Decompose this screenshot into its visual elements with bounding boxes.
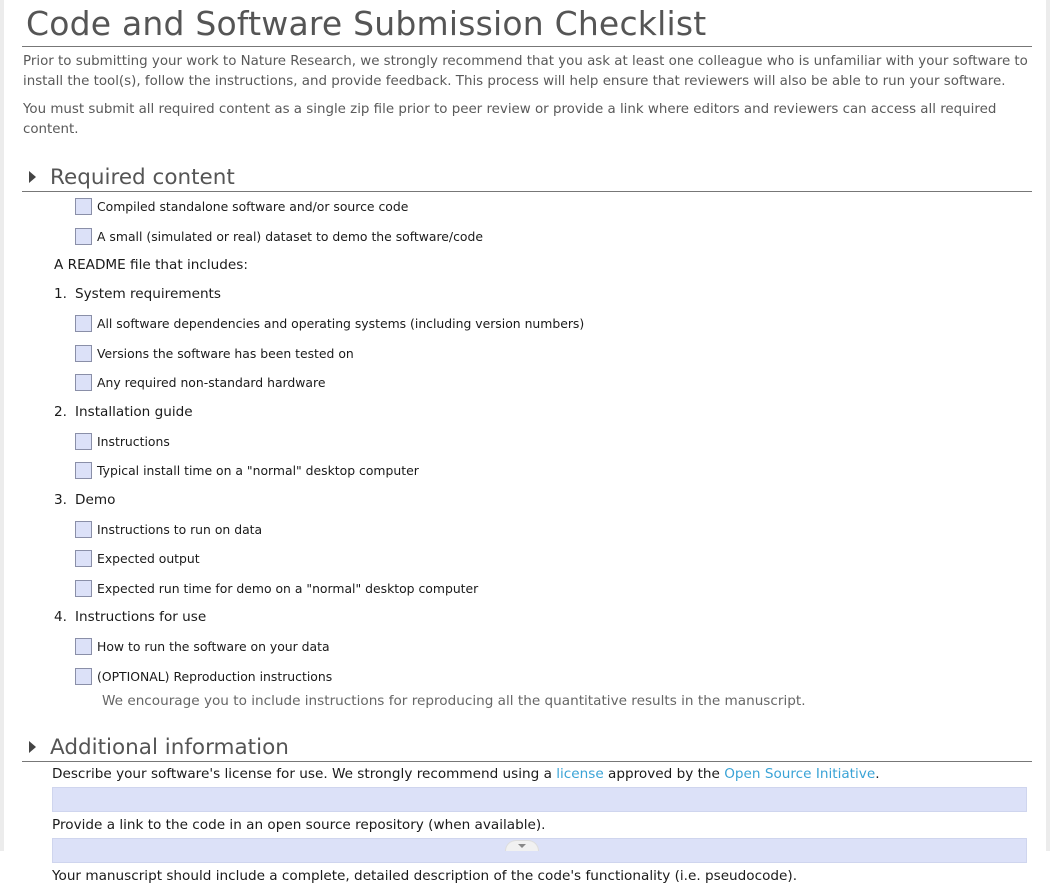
expand-triangle-icon[interactable] <box>29 171 36 183</box>
checklist-item-label: Compiled standalone software and/or sour… <box>97 199 409 215</box>
checkbox[interactable] <box>75 638 92 656</box>
checklist-item-label: How to run the software on your data <box>97 639 330 655</box>
checklist-item-label: All software dependencies and operating … <box>97 316 585 332</box>
group-number: 4. <box>54 609 67 625</box>
checklist-item-label: A small (simulated or real) dataset to d… <box>97 228 483 244</box>
checkbox[interactable] <box>75 227 92 245</box>
group-heading: 3. Demo <box>54 486 1032 515</box>
expand-triangle-icon[interactable] <box>29 741 36 753</box>
checkbox[interactable] <box>75 550 92 568</box>
group-title: Instructions for use <box>75 609 207 625</box>
checkbox[interactable] <box>75 198 92 216</box>
group-title: Installation guide <box>75 403 193 420</box>
license-text-mid: approved by the <box>603 766 725 782</box>
checklist-item: Typical install time on a "normal" deskt… <box>75 456 1032 486</box>
checklist-item-label: Instructions to run on data <box>97 521 263 537</box>
checklist-item: All software dependencies and operating … <box>75 309 1032 339</box>
page-edge-right <box>1046 0 1050 851</box>
group-number: 1. <box>54 286 67 302</box>
license-link[interactable]: license <box>556 766 603 782</box>
required-section-title: Required content <box>50 164 235 190</box>
checkbox[interactable] <box>75 520 92 538</box>
checklist-item: A small (simulated or real) dataset to d… <box>75 222 1032 252</box>
required-section-header[interactable]: Required content <box>22 163 1032 191</box>
page-edge-left <box>0 0 4 851</box>
submission-note: You must submit all required content as … <box>23 102 997 137</box>
checkbox[interactable] <box>75 374 92 392</box>
group-title: System requirements <box>75 286 221 302</box>
checklist-item: Expected run time for demo on a "normal"… <box>75 574 1032 604</box>
manuscript-note: Your manuscript should include a complet… <box>52 868 798 884</box>
document: Code and Software Submission Checklist P… <box>22 0 1032 889</box>
license-description: Describe your software's license for use… <box>52 762 1032 787</box>
checklist-item-label: (OPTIONAL) Reproduction instructions <box>97 668 333 684</box>
license-text-pre: Describe your software's license for use… <box>52 766 557 782</box>
page-title: Code and Software Submission Checklist <box>26 4 707 43</box>
checklist-item: Versions the software has been tested on <box>75 339 1032 369</box>
checkbox[interactable] <box>75 315 92 333</box>
license-text-post: . <box>875 766 880 782</box>
title-rule <box>22 46 1032 47</box>
checklist-item-label: Expected output <box>97 551 200 567</box>
readme-label: A README file that includes: <box>54 257 248 273</box>
checklist-item: Compiled standalone software and/or sour… <box>75 192 1032 222</box>
checkbox[interactable] <box>75 462 92 480</box>
checklist-item: Instructions to run on data <box>75 515 1032 545</box>
group-heading: 1. System requirements <box>54 280 1032 309</box>
license-input[interactable] <box>52 787 1027 812</box>
group-heading: 4. Instructions for use <box>54 603 1032 632</box>
reproduction-note: We encourage you to include instructions… <box>102 693 806 709</box>
checklist-item-label: Any required non-standard hardware <box>97 375 326 391</box>
checklist-item: (OPTIONAL) Reproduction instructions <box>75 662 1032 692</box>
additional-section-title: Additional information <box>50 734 289 760</box>
checklist-item-label: Expected run time for demo on a "normal"… <box>97 580 479 596</box>
intro-paragraph: Prior to submitting your work to Nature … <box>23 54 1028 89</box>
checklist-item: Any required non-standard hardware <box>75 368 1032 398</box>
osi-link[interactable]: Open Source Initiative <box>724 766 875 782</box>
required-section-body: Compiled standalone software and/or sour… <box>22 192 1032 711</box>
checklist-item-label: Versions the software has been tested on <box>97 345 354 361</box>
checklist-item-label: Typical install time on a "normal" deskt… <box>97 463 419 479</box>
repo-label: Provide a link to the code in an open so… <box>52 817 546 833</box>
additional-section-header[interactable]: Additional information <box>22 733 1032 761</box>
checkbox[interactable] <box>75 432 92 450</box>
group-number: 2. <box>54 403 67 420</box>
checkbox[interactable] <box>75 667 92 685</box>
group-number: 3. <box>54 491 67 508</box>
checklist-item: How to run the software on your data <box>75 632 1032 662</box>
checklist-item: Instructions <box>75 427 1032 457</box>
group-heading: 2. Installation guide <box>54 398 1032 427</box>
scroll-down-icon[interactable] <box>505 840 539 851</box>
checkbox[interactable] <box>75 579 92 597</box>
group-title: Demo <box>75 491 116 508</box>
checkbox[interactable] <box>75 344 92 362</box>
checklist-item-label: Instructions <box>97 433 170 449</box>
checklist-item: Expected output <box>75 544 1032 574</box>
